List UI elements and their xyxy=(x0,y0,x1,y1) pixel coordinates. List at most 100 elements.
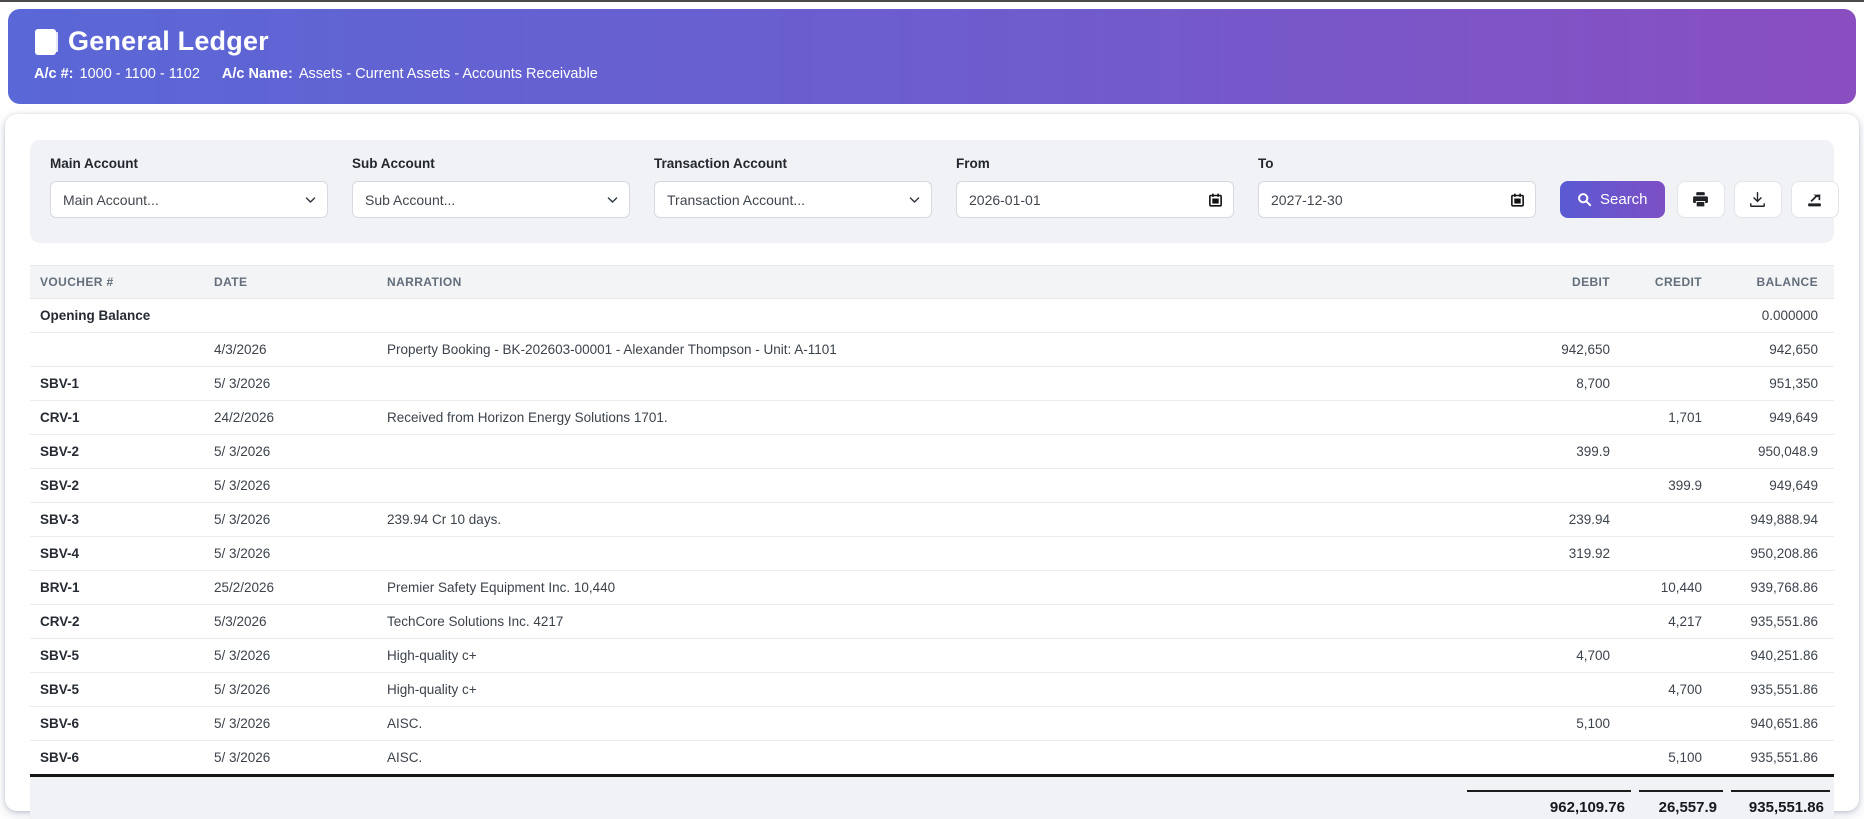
total-balance: 935,551.86 xyxy=(1731,790,1830,819)
printer-icon xyxy=(1692,191,1709,208)
cell-voucher: SBV-4 xyxy=(30,537,204,571)
cell-credit: 4,700 xyxy=(1620,673,1712,707)
cell-credit xyxy=(1620,707,1712,741)
cell-date: 5/ 3/2026 xyxy=(204,707,377,741)
cell-balance: 949,649 xyxy=(1712,401,1834,435)
cell-credit xyxy=(1620,503,1712,537)
table-row: SBV-65/ 3/2026AISC.5,100 940,651.86 xyxy=(30,707,1834,741)
to-date-input[interactable] xyxy=(1258,181,1536,218)
cell-narration xyxy=(377,435,1472,469)
cell-debit: 942,650 xyxy=(1472,333,1620,367)
cell-credit xyxy=(1620,367,1712,401)
cell-debit xyxy=(1472,299,1620,333)
column-header-debit: DEBIT xyxy=(1472,266,1620,299)
cell-credit xyxy=(1620,435,1712,469)
cell-voucher: SBV-2 xyxy=(30,469,204,503)
cell-narration: Received from Horizon Energy Solutions 1… xyxy=(377,401,1472,435)
account-name-label: A/c Name: xyxy=(222,66,293,82)
cell-date: 4/3/2026 xyxy=(204,333,377,367)
cell-balance: 949,888.94 xyxy=(1712,503,1834,537)
cell-credit: 10,440 xyxy=(1620,571,1712,605)
cell-narration: Premier Safety Equipment Inc. 10,440 xyxy=(377,571,1472,605)
cell-debit: 8,700 xyxy=(1472,367,1620,401)
cell-voucher: SBV-1 xyxy=(30,367,204,401)
filter-bar: Main Account Main Account... Sub Account… xyxy=(30,140,1834,243)
cell-date: 25/2/2026 xyxy=(204,571,377,605)
cell-credit xyxy=(1620,639,1712,673)
cell-credit xyxy=(1620,537,1712,571)
cell-voucher: CRV-2 xyxy=(30,605,204,639)
cell-debit: 5,100 xyxy=(1472,707,1620,741)
table-row: BRV-125/2/2026Premier Safety Equipment I… xyxy=(30,571,1834,605)
cell-narration: 239.94 Cr 10 days. xyxy=(377,503,1472,537)
cell-date: 5/ 3/2026 xyxy=(204,367,377,401)
sub-account-select[interactable]: Sub Account... xyxy=(352,181,630,218)
cell-date: 5/ 3/2026 xyxy=(204,435,377,469)
cell-balance: 940,651.86 xyxy=(1712,707,1834,741)
cell-balance: 949,649 xyxy=(1712,469,1834,503)
cell-debit xyxy=(1472,469,1620,503)
cell-narration xyxy=(377,537,1472,571)
cell-debit xyxy=(1472,741,1620,776)
cell-credit: 399.9 xyxy=(1620,469,1712,503)
to-date-label: To xyxy=(1258,156,1536,171)
table-row: 4/3/2026Property Booking - BK-202603-000… xyxy=(30,333,1834,367)
cell-date: 5/3/2026 xyxy=(204,605,377,639)
cell-credit: 1,701 xyxy=(1620,401,1712,435)
table-row: SBV-55/ 3/2026High-quality c+4,700940,25… xyxy=(30,639,1834,673)
transaction-account-label: Transaction Account xyxy=(654,156,932,171)
totals-footer: 962,109.76 26,557.9 935,551.86 xyxy=(30,777,1834,819)
cell-debit: 399.9 xyxy=(1472,435,1620,469)
cell-debit: 319.92 xyxy=(1472,537,1620,571)
cell-balance: 950,048.9 xyxy=(1712,435,1834,469)
window-edge xyxy=(0,0,1864,2)
filter-actions: Search xyxy=(1560,181,1839,218)
cell-date: 24/2/2026 xyxy=(204,401,377,435)
cell-narration: AISC. xyxy=(377,707,1472,741)
table-row: CRV-124/2/2026Received from Horizon Ener… xyxy=(30,401,1834,435)
cell-debit xyxy=(1472,673,1620,707)
cell-voucher: SBV-5 xyxy=(30,673,204,707)
column-header-narration: NARRATION xyxy=(377,266,1472,299)
column-header-voucher: VOUCHER # xyxy=(30,266,204,299)
cell-credit xyxy=(1620,299,1712,333)
cell-narration: Property Booking - BK-202603-00001 - Ale… xyxy=(377,333,1472,367)
cell-narration xyxy=(377,367,1472,401)
book-icon xyxy=(34,28,59,56)
download-icon xyxy=(1749,191,1766,208)
cell-voucher: SBV-6 xyxy=(30,741,204,776)
main-account-select[interactable]: Main Account... xyxy=(50,181,328,218)
main-account-label: Main Account xyxy=(50,156,328,171)
cell-voucher: SBV-3 xyxy=(30,503,204,537)
cell-credit xyxy=(1620,333,1712,367)
download-button[interactable] xyxy=(1734,181,1782,218)
cell-credit: 4,217 xyxy=(1620,605,1712,639)
table-row: CRV-25/3/2026TechCore Solutions Inc. 421… xyxy=(30,605,1834,639)
cell-debit xyxy=(1472,401,1620,435)
cell-date: 5/ 3/2026 xyxy=(204,469,377,503)
table-row: SBV-55/ 3/2026High-quality c+4,700935,55… xyxy=(30,673,1834,707)
search-button-label: Search xyxy=(1600,191,1648,208)
cell-balance: 935,551.86 xyxy=(1712,605,1834,639)
content-card: Main Account Main Account... Sub Account… xyxy=(5,114,1859,811)
transaction-account-select[interactable]: Transaction Account... xyxy=(654,181,932,218)
total-credit: 26,557.9 xyxy=(1639,790,1723,819)
cell-narration: High-quality c+ xyxy=(377,639,1472,673)
search-button[interactable]: Search xyxy=(1560,181,1665,218)
table-header-row: VOUCHER # DATE NARRATION DEBIT CREDIT BA… xyxy=(30,266,1834,299)
from-date-input[interactable] xyxy=(956,181,1234,218)
cell-credit: 5,100 xyxy=(1620,741,1712,776)
cell-balance: 942,650 xyxy=(1712,333,1834,367)
print-button[interactable] xyxy=(1677,181,1725,218)
account-info: A/c #: 1000 - 1100 - 1102 A/c Name: Asse… xyxy=(34,66,1830,82)
column-header-date: DATE xyxy=(204,266,377,299)
total-debit: 962,109.76 xyxy=(1467,790,1631,819)
cell-voucher: SBV-6 xyxy=(30,707,204,741)
cell-narration: High-quality c+ xyxy=(377,673,1472,707)
cell-voucher: CRV-1 xyxy=(30,401,204,435)
cell-debit: 239.94 xyxy=(1472,503,1620,537)
export-button[interactable] xyxy=(1791,181,1839,218)
cell-balance: 935,551.86 xyxy=(1712,741,1834,776)
cell-voucher: SBV-2 xyxy=(30,435,204,469)
cell-narration: AISC. xyxy=(377,741,1472,776)
